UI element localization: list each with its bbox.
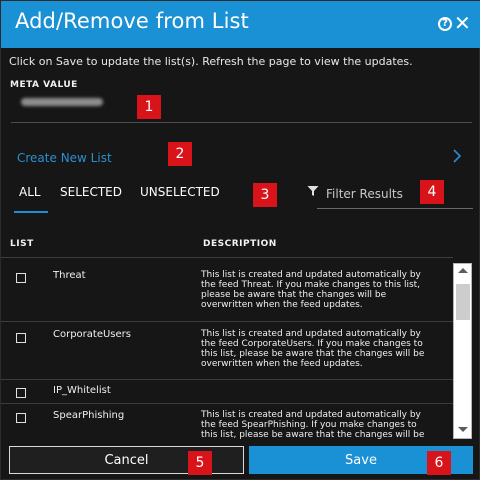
row-checkbox[interactable]: [16, 413, 26, 423]
annotation-badge-1: 1: [137, 95, 161, 119]
active-tab-indicator: [14, 211, 48, 213]
meta-value-label: META VALUE: [10, 80, 78, 90]
scroll-up-arrow-icon[interactable]: [458, 268, 468, 273]
annotation-badge-6: 6: [427, 451, 451, 475]
create-new-list-link[interactable]: Create New List: [17, 151, 112, 165]
column-header-description: DESCRIPTION: [203, 239, 277, 249]
meta-value-redacted: [21, 98, 103, 106]
annotation-badge-4: 4: [420, 180, 444, 204]
add-remove-list-dialog: Add/Remove from List ? ✕ Click on Save t…: [0, 0, 480, 480]
scroll-down-arrow-icon[interactable]: [458, 427, 468, 432]
row-checkbox[interactable]: [16, 333, 26, 343]
table-row: Threat This list is created and updated …: [1, 258, 453, 322]
divider: [11, 122, 472, 123]
tab-all[interactable]: ALL: [19, 185, 41, 199]
list-name: CorporateUsers: [53, 329, 131, 340]
help-icon[interactable]: ?: [438, 17, 452, 31]
tab-selected[interactable]: SELECTED: [60, 185, 122, 199]
chevron-right-icon[interactable]: [451, 148, 463, 164]
tab-unselected[interactable]: UNSELECTED: [140, 185, 220, 199]
filter-results-input[interactable]: [317, 179, 473, 209]
annotation-badge-2: 2: [168, 142, 192, 166]
close-icon[interactable]: ✕: [454, 12, 471, 34]
annotation-badge-5: 5: [188, 451, 212, 475]
annotation-badge-3: 3: [253, 183, 277, 207]
instructions-text: Click on Save to update the list(s). Ref…: [9, 55, 413, 68]
list-scrollbar[interactable]: [453, 263, 472, 439]
list-name: IP_Whitelist: [53, 385, 111, 396]
row-checkbox[interactable]: [16, 273, 26, 283]
row-checkbox[interactable]: [16, 388, 26, 398]
list-description: This list is created and updated automat…: [201, 270, 421, 310]
column-header-list: LIST: [10, 239, 34, 249]
dialog-title-bar: Add/Remove from List ? ✕: [1, 1, 480, 48]
list-description: This list is created and updated automat…: [201, 410, 425, 439]
dialog-title: Add/Remove from List: [15, 9, 249, 33]
list-description: This list is created and updated automat…: [201, 329, 425, 369]
table-row: SpearPhishing This list is created and u…: [1, 404, 453, 439]
table-row: IP_Whitelist: [1, 380, 453, 404]
list-name: Threat: [53, 270, 86, 281]
list-table: Threat This list is created and updated …: [1, 257, 453, 439]
scroll-thumb[interactable]: [456, 284, 470, 320]
table-row: CorporateUsers This list is created and …: [1, 322, 453, 380]
list-name: SpearPhishing: [53, 410, 125, 421]
